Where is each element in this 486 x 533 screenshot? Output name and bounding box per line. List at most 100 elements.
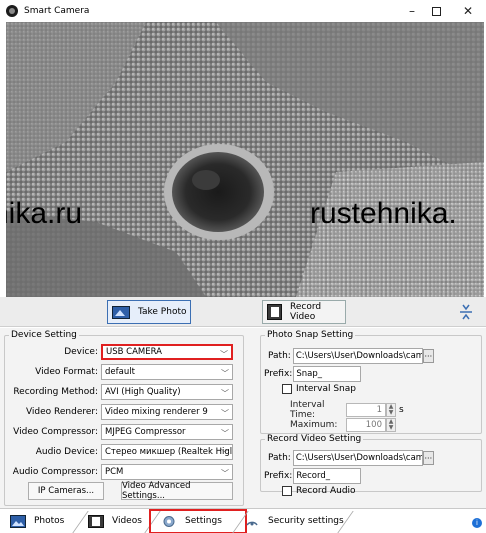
chevron-down-icon: ﹀ <box>221 429 229 438</box>
device-value: USB CAMERA <box>106 347 162 357</box>
device-label: Device: <box>64 347 98 357</box>
tab-photos-label: Photos <box>34 516 65 526</box>
record-audio-checkbox[interactable] <box>282 486 292 496</box>
interval-snap-label: Interval Snap <box>296 384 356 394</box>
chevron-down-icon: ﹀ <box>221 449 229 458</box>
record-audio-row: Record Audio <box>282 486 356 496</box>
video-renderer-row: Video Renderer: Video mixing renderer 9 … <box>0 404 238 420</box>
close-button[interactable]: ✕ <box>450 0 486 22</box>
maximum-input[interactable]: 100 <box>346 418 386 432</box>
audio-compressor-value: PCM <box>105 467 124 477</box>
record-prefix-label: Prefix: <box>264 471 293 481</box>
maximum-label: Maximum: <box>290 420 338 430</box>
maximize-button[interactable] <box>418 0 454 22</box>
record-path-label: Path: <box>268 453 291 463</box>
tab-videos[interactable]: Videos <box>88 509 142 533</box>
video-compressor-row: Video Compressor: MJPEG Compressor ﹀ <box>0 424 238 440</box>
video-compressor-label: Video Compressor: <box>13 427 98 437</box>
tab-security-label: Security settings <box>268 516 344 526</box>
recording-method-select[interactable]: AVI (High Quality) ﹀ <box>101 384 233 400</box>
snap-prefix-input[interactable]: Snap_ <box>293 366 362 382</box>
window-title: Smart Camera <box>24 6 90 16</box>
video-renderer-value: Video mixing renderer 9 <box>105 407 208 417</box>
record-video-label: Record Video <box>290 302 322 322</box>
interval-time-spinner[interactable]: ▲ ▼ <box>386 403 396 417</box>
interval-snap-checkbox[interactable] <box>282 384 292 394</box>
microscope-image <box>6 22 484 297</box>
record-audio-label: Record Audio <box>296 486 356 496</box>
audio-compressor-row: Audio Compressor: PCM ﹀ <box>0 464 238 480</box>
video-advanced-settings-button[interactable]: Video Advanced Settings... <box>121 481 233 501</box>
audio-device-value: Стерео микшер (Realtek Higl <box>105 447 233 457</box>
bottom-tab-bar: Photos Videos Settings Security settings… <box>0 508 486 533</box>
audio-device-select[interactable]: Стерео микшер (Realtek Higl ﹀ <box>101 444 233 460</box>
snap-path-row: Path: C:\Users\User\Downloads\camera ··· <box>268 348 434 364</box>
audio-compressor-label: Audio Compressor: <box>12 467 98 477</box>
record-browse-button[interactable]: ··· <box>422 451 434 465</box>
device-select[interactable]: USB CAMERA ﹀ <box>101 344 233 360</box>
video-format-select[interactable]: default ﹀ <box>101 364 233 380</box>
snap-prefix-label: Prefix: <box>264 369 293 379</box>
film-icon <box>267 304 282 320</box>
recording-method-label: Recording Method: <box>13 387 98 397</box>
ip-cameras-button[interactable]: IP Cameras... <box>28 482 104 500</box>
tab-videos-label: Videos <box>112 516 142 526</box>
watermark-left: nika.ru <box>6 197 83 230</box>
interval-time-row: Interval Time: 1 ▲ ▼ s <box>290 400 404 420</box>
tab-photos[interactable]: Photos <box>10 509 64 533</box>
audio-device-row: Audio Device: Стерео микшер (Realtek Hig… <box>0 444 238 460</box>
record-path-input[interactable]: C:\Users\User\Downloads\camera <box>292 450 423 466</box>
capture-toolbar: Take Photo Record Video <box>0 297 486 327</box>
audio-device-label: Audio Device: <box>35 447 98 457</box>
settings-panel: Device Setting Device: USB CAMERA ﹀ Vide… <box>0 328 486 508</box>
video-compressor-select[interactable]: MJPEG Compressor ﹀ <box>101 424 233 440</box>
take-photo-label: Take Photo <box>138 307 187 317</box>
record-prefix-input[interactable]: Record_ <box>293 468 362 484</box>
camera-preview[interactable]: nika.ru rustehnika. <box>6 22 484 297</box>
record-video-button[interactable]: Record Video <box>262 300 346 324</box>
maximize-icon <box>431 6 441 16</box>
videos-icon <box>88 514 104 528</box>
chevron-down-icon: ﹀ <box>221 409 229 418</box>
device-row: Device: USB CAMERA ﹀ <box>0 344 238 360</box>
snap-path-label: Path: <box>268 351 291 361</box>
snap-path-input[interactable]: C:\Users\User\Downloads\camera <box>292 348 423 364</box>
security-icon <box>246 521 258 526</box>
watermark-right: rustehnika. <box>310 197 457 230</box>
device-setting-legend: Device Setting <box>11 330 77 340</box>
interval-snap-row: Interval Snap <box>282 384 356 394</box>
tab-separator <box>72 511 89 533</box>
photos-icon <box>10 514 26 528</box>
info-icon[interactable]: i <box>472 518 482 528</box>
video-renderer-select[interactable]: Video mixing renderer 9 ﹀ <box>101 404 233 420</box>
recording-method-value: AVI (High Quality) <box>105 387 181 397</box>
chevron-down-icon: ﹀ <box>221 389 229 398</box>
tab-security-settings[interactable]: Security settings <box>244 509 344 533</box>
chevron-down-icon: ﹀ <box>221 369 229 378</box>
camera-app-icon <box>6 5 18 17</box>
photo-snap-legend: Photo Snap Setting <box>267 330 354 340</box>
audio-compressor-select[interactable]: PCM ﹀ <box>101 464 233 480</box>
chevron-down-icon: ﹀ <box>220 350 228 359</box>
record-video-legend: Record Video Setting <box>267 434 362 444</box>
record-prefix-row: Prefix: Record_ <box>264 468 362 484</box>
video-compressor-value: MJPEG Compressor <box>105 427 186 437</box>
recording-method-row: Recording Method: AVI (High Quality) ﹀ <box>0 384 238 400</box>
snap-browse-button[interactable]: ··· <box>422 349 434 363</box>
photo-icon <box>112 305 130 319</box>
snap-prefix-row: Prefix: Snap_ <box>264 366 362 382</box>
chevron-down-icon: ﹀ <box>221 469 229 478</box>
title-bar: Smart Camera – ✕ <box>0 0 486 22</box>
collapse-panel-icon[interactable] <box>459 301 473 323</box>
video-format-value: default <box>105 367 135 377</box>
maximum-row: Maximum: 100 ▲ ▼ <box>290 418 396 432</box>
video-format-label: Video Format: <box>35 367 98 377</box>
take-photo-button[interactable]: Take Photo <box>107 300 191 324</box>
interval-time-input[interactable]: 1 <box>346 403 386 417</box>
interval-time-unit: s <box>399 405 404 415</box>
video-renderer-label: Video Renderer: <box>25 407 98 417</box>
video-format-row: Video Format: default ﹀ <box>0 364 238 380</box>
maximum-spinner[interactable]: ▲ ▼ <box>386 418 396 432</box>
record-path-row: Path: C:\Users\User\Downloads\camera ··· <box>268 450 434 466</box>
settings-tab-highlight <box>149 509 247 533</box>
